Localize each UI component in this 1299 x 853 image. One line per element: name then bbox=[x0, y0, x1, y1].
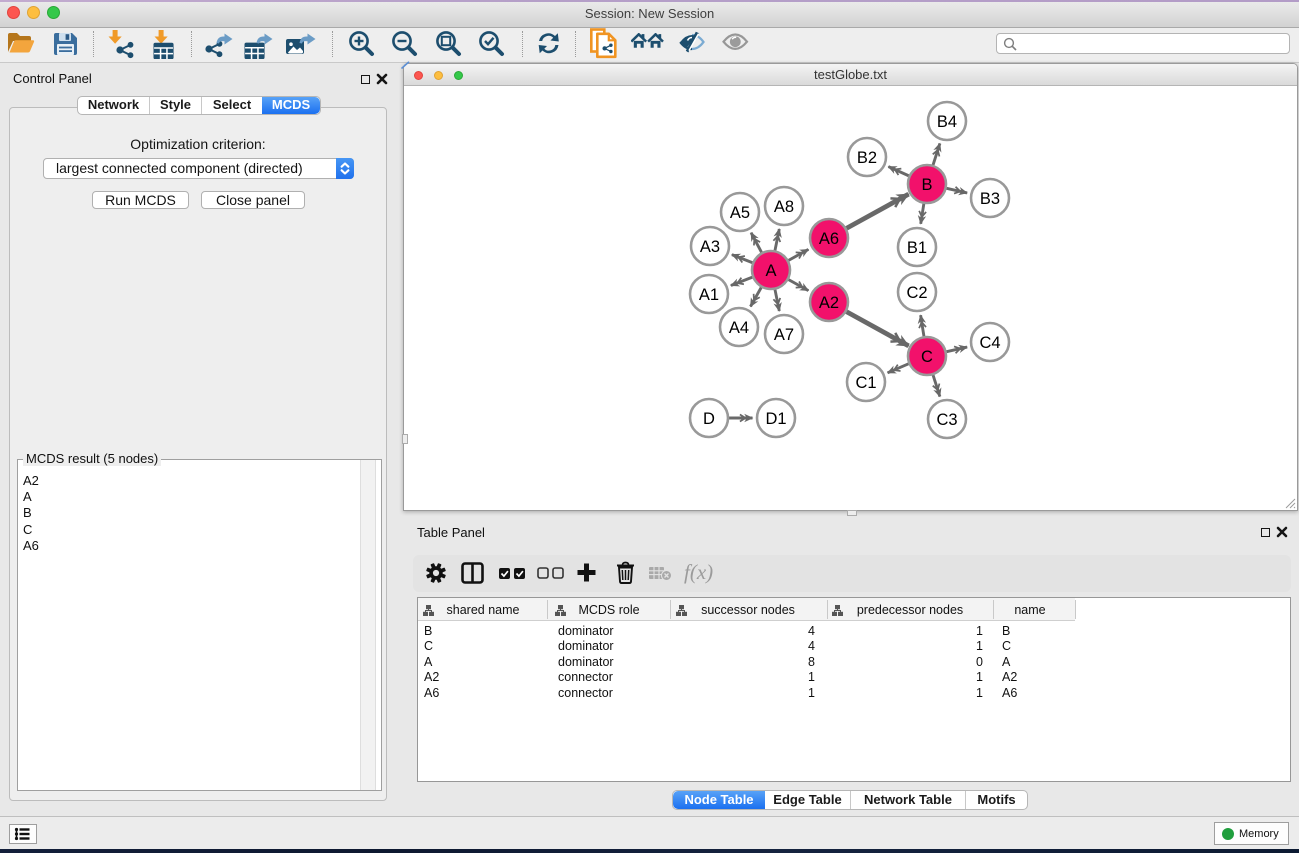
svg-text:C2: C2 bbox=[906, 284, 927, 302]
svg-text:D: D bbox=[703, 410, 715, 428]
svg-text:A8: A8 bbox=[774, 198, 794, 216]
svg-text:C4: C4 bbox=[979, 334, 1000, 352]
svg-text:C3: C3 bbox=[936, 411, 957, 429]
svg-text:A1: A1 bbox=[699, 286, 719, 304]
svg-text:B: B bbox=[921, 176, 932, 194]
svg-text:A4: A4 bbox=[729, 319, 749, 337]
svg-text:B2: B2 bbox=[857, 149, 877, 167]
svg-text:A6: A6 bbox=[819, 230, 839, 248]
svg-text:A3: A3 bbox=[700, 238, 720, 256]
svg-text:B1: B1 bbox=[907, 239, 927, 257]
svg-text:D1: D1 bbox=[765, 410, 786, 428]
svg-text:C: C bbox=[921, 348, 933, 366]
svg-text:B4: B4 bbox=[937, 113, 957, 131]
svg-text:B3: B3 bbox=[980, 190, 1000, 208]
svg-text:A5: A5 bbox=[730, 204, 750, 222]
svg-text:A7: A7 bbox=[774, 326, 794, 344]
svg-text:C1: C1 bbox=[855, 374, 876, 392]
svg-text:A: A bbox=[765, 262, 776, 280]
svg-text:A2: A2 bbox=[819, 294, 839, 312]
